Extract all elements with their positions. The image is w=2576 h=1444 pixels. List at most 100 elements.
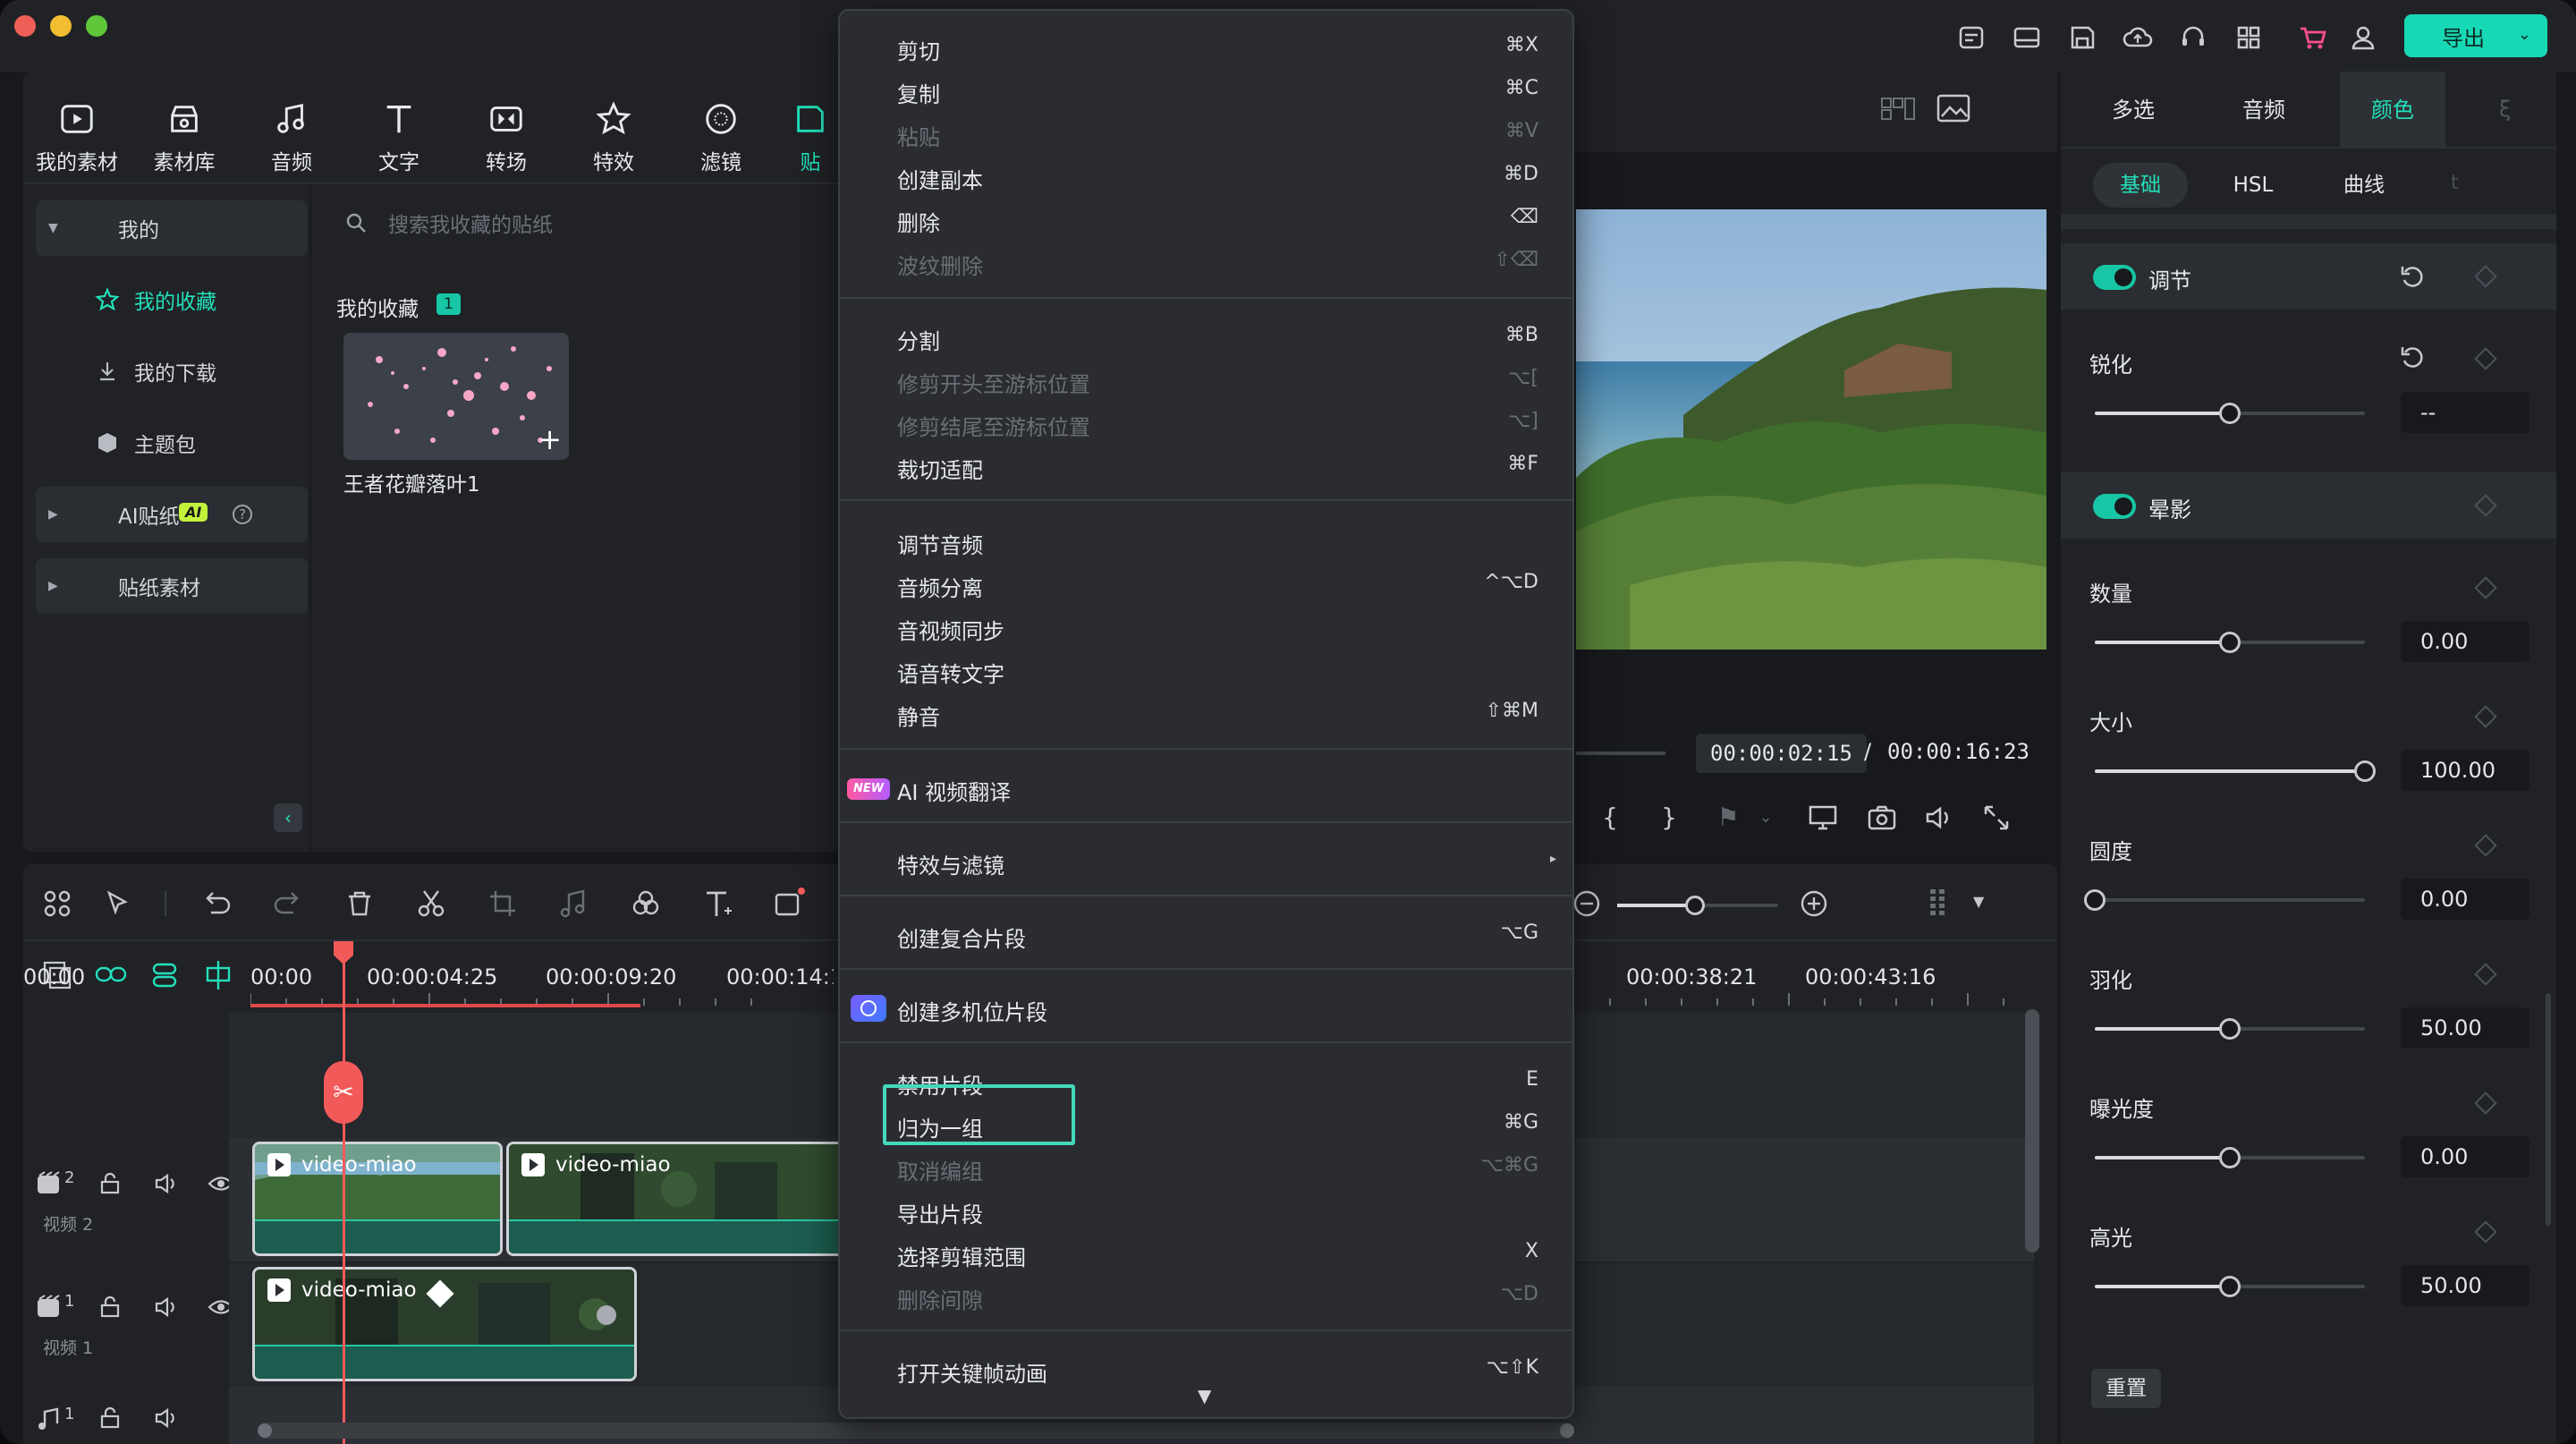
apps-icon[interactable] — [2231, 20, 2267, 55]
crop-icon[interactable] — [485, 886, 521, 922]
menu-item-delete[interactable]: 删除 ⌫ — [840, 197, 1572, 240]
menu-item-speech-to-text[interactable]: 语音转文字 — [840, 648, 1572, 691]
menu-item-mute[interactable]: 静音 ⇧⌘M — [840, 691, 1572, 734]
chevron-down-icon[interactable]: ⌄ — [1750, 802, 1782, 834]
volume-icon[interactable] — [154, 1406, 181, 1430]
search-input[interactable]: 搜索我收藏的贴纸 — [388, 208, 553, 238]
magnet-icon[interactable] — [147, 957, 182, 993]
mark-in-icon[interactable]: { — [1594, 802, 1626, 834]
redo-icon[interactable] — [270, 886, 306, 922]
roundness-value-field[interactable]: 0.00 — [2401, 879, 2529, 920]
slider-knob[interactable] — [2219, 1147, 2241, 1168]
timeline-vertical-scrollbar[interactable] — [2025, 1009, 2039, 1253]
reset-icon[interactable] — [2397, 261, 2428, 292]
amount-value-field[interactable]: 0.00 — [2401, 621, 2529, 662]
sidebar-item-downloads[interactable]: 我的下载 — [36, 344, 308, 399]
keyframe-icon[interactable] — [2474, 705, 2497, 728]
exposure-slider[interactable] — [2095, 1147, 2365, 1168]
feedback-icon[interactable] — [1953, 20, 1989, 55]
mark-out-icon[interactable]: } — [1653, 802, 1685, 834]
size-slider[interactable] — [2095, 760, 2376, 782]
lock-icon[interactable] — [98, 1172, 122, 1195]
menu-item-create-compound-clip[interactable]: 创建复合片段 ⌥G — [840, 913, 1572, 956]
slider-knob[interactable] — [2219, 403, 2241, 424]
sidebar-item-mine[interactable]: ▼ 我的 — [36, 200, 308, 256]
slider-knob[interactable] — [2084, 889, 2106, 911]
menu-item-export-clip[interactable]: 导出片段 — [840, 1188, 1572, 1231]
tool-my-media[interactable]: 我的素材 — [23, 95, 131, 175]
zoom-out-icon[interactable] — [1569, 886, 1605, 922]
menu-item-adjust-audio[interactable]: 调节音频 — [840, 519, 1572, 562]
subtab-hsl[interactable]: HSL — [2206, 163, 2301, 208]
sharpen-slider[interactable] — [2095, 403, 2365, 424]
video-clip[interactable]: video-miao — [252, 1267, 637, 1381]
adjust-toggle[interactable] — [2093, 265, 2136, 290]
cart-icon[interactable] — [2295, 20, 2331, 55]
save-icon[interactable] — [2064, 20, 2100, 55]
caret-down-icon[interactable]: ▼ — [48, 221, 58, 235]
menu-item-keyframe-animation[interactable]: 打开关键帧动画 ⌥⇧K — [840, 1347, 1572, 1390]
marker-icon[interactable]: ⚑ — [1712, 802, 1744, 834]
scissors-icon[interactable] — [413, 886, 449, 922]
vignette-toggle[interactable] — [2093, 494, 2136, 519]
menu-item-select-range[interactable]: 选择剪辑范围 X — [840, 1231, 1572, 1274]
snap-icon[interactable] — [200, 957, 236, 993]
menu-item-crop-fit[interactable]: 裁切适配 ⌘F — [840, 444, 1572, 487]
search-bar[interactable]: 搜索我收藏的贴纸 — [343, 199, 916, 247]
reset-button[interactable]: 重置 — [2091, 1369, 2161, 1408]
text-tool-icon[interactable] — [699, 886, 735, 922]
menu-item-create-multicam-clip[interactable]: 创建多机位片段 — [840, 986, 1572, 1029]
keyframe-icon[interactable] — [2474, 1091, 2497, 1115]
fullscreen-icon[interactable] — [1980, 802, 2012, 834]
tab-multi-select[interactable]: 多选 — [2080, 72, 2186, 149]
volume-icon[interactable] — [1923, 802, 1955, 834]
layout-icon[interactable] — [2009, 20, 2045, 55]
display-icon[interactable] — [1807, 802, 1839, 834]
menu-item-effects-filters[interactable]: 特效与滤镜 ▸ — [840, 839, 1572, 882]
sidebar-item-favorites[interactable]: 我的收藏 — [36, 272, 308, 327]
clip-handle[interactable] — [597, 1305, 616, 1325]
close-window-button[interactable] — [14, 15, 36, 37]
timeline-horizontal-scrollbar[interactable] — [258, 1423, 1574, 1439]
keyframe-icon[interactable] — [2474, 347, 2497, 370]
color-match-icon[interactable] — [628, 886, 664, 922]
slider-knob[interactable] — [2219, 1018, 2241, 1040]
subtab-basic[interactable]: 基础 — [2093, 163, 2188, 208]
size-value-field[interactable]: 100.00 — [2401, 750, 2529, 791]
split-at-playhead-button[interactable]: ✂ — [324, 1061, 363, 1124]
zoom-slider[interactable] — [1617, 896, 1778, 915]
inspector-scrollbar[interactable] — [2546, 993, 2551, 1226]
slider-knob[interactable] — [2219, 632, 2241, 653]
ai-tools-icon[interactable] — [771, 886, 807, 922]
menu-item-split[interactable]: 分割 ⌘B — [840, 315, 1572, 358]
keyframe-icon[interactable] — [2474, 265, 2497, 288]
minimize-window-button[interactable] — [50, 15, 72, 37]
reset-icon[interactable] — [2397, 342, 2428, 372]
highlight-value-field[interactable]: 50.00 — [2401, 1265, 2529, 1306]
menu-item-duplicate[interactable]: 创建副本 ⌘D — [840, 154, 1572, 197]
menu-item-detach-audio[interactable]: 音频分离 ^⌥D — [840, 562, 1572, 605]
audio-tool-icon[interactable] — [556, 886, 592, 922]
menu-item-cut[interactable]: 剪切 ⌘X — [840, 25, 1572, 68]
sidebar-item-ai-stickers[interactable]: ▶ AI贴纸 AI ? — [36, 487, 308, 542]
caret-right-icon[interactable]: ▶ — [48, 579, 58, 593]
track-settings-icon[interactable] — [1921, 886, 1957, 922]
caret-down-icon[interactable]: ▼ — [1973, 893, 1984, 910]
export-button[interactable]: 导出 ⌄ — [2404, 14, 2547, 57]
playhead[interactable] — [343, 948, 345, 1444]
menu-item-ai-video-translate[interactable]: NEW AI 视频翻译 — [840, 766, 1572, 809]
lock-icon[interactable] — [98, 1406, 122, 1430]
keyframe-icon[interactable] — [2474, 1220, 2497, 1244]
cloud-icon[interactable] — [2120, 20, 2156, 55]
snapshot-icon[interactable] — [1866, 802, 1898, 834]
collapse-sidebar-button[interactable]: ‹ — [274, 803, 302, 832]
delete-icon[interactable] — [342, 886, 377, 922]
tab-audio[interactable]: 音频 — [2211, 72, 2317, 149]
highlight-slider[interactable] — [2095, 1276, 2365, 1297]
tab-color[interactable]: 颜色 — [2340, 72, 2445, 149]
slider-knob[interactable] — [1685, 896, 1705, 915]
roundness-slider[interactable] — [2084, 889, 2365, 911]
feather-value-field[interactable]: 50.00 — [2401, 1007, 2529, 1049]
sticker-thumbnail[interactable]: + — [343, 333, 569, 460]
volume-icon[interactable] — [154, 1295, 181, 1319]
